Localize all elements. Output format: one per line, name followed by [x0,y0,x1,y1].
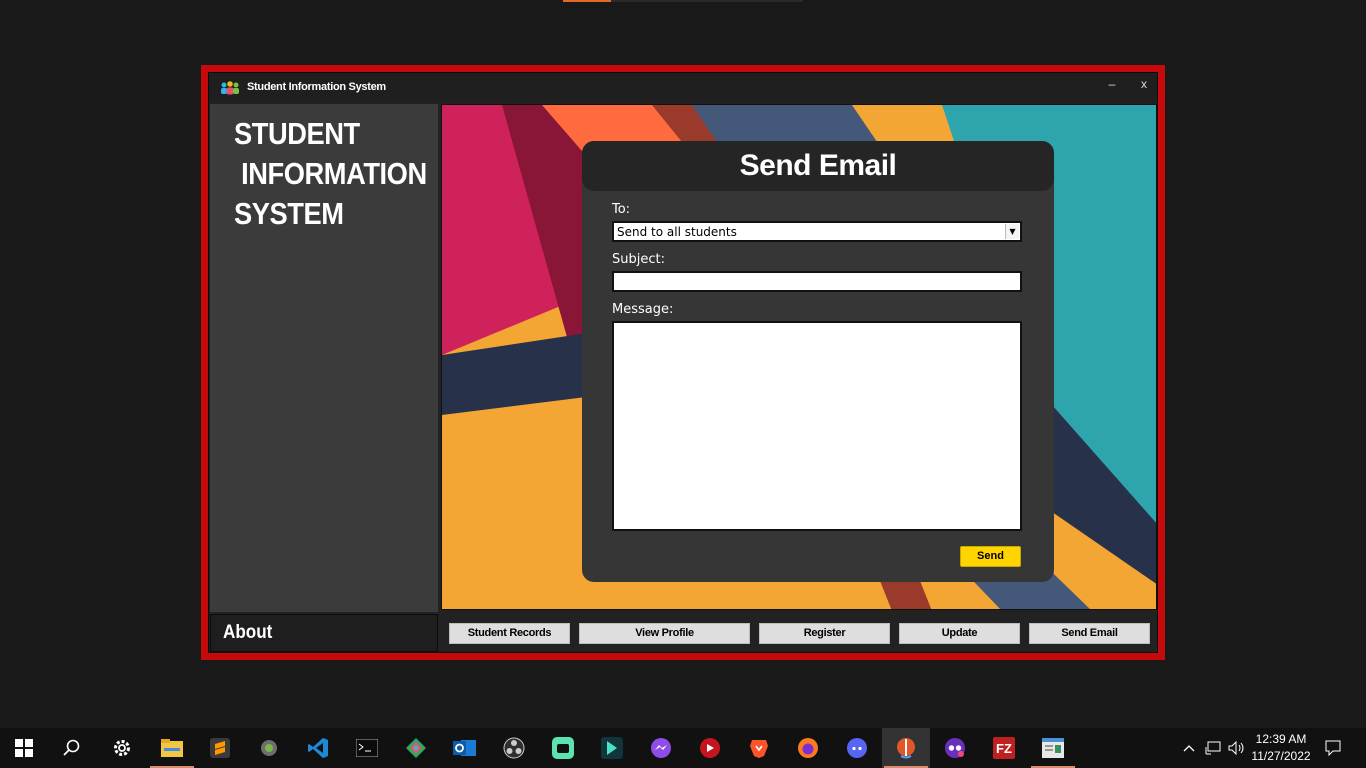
students-logo-icon [221,81,239,95]
search-icon[interactable] [48,728,96,768]
titlebar: Student Information System – x [209,73,1157,103]
windows-start-icon[interactable] [0,728,48,768]
view-profile-button[interactable]: View Profile [579,623,750,644]
svg-text:FZ: FZ [996,741,1012,756]
chevron-up-icon[interactable] [1180,728,1198,768]
git-kraken-icon[interactable] [392,728,440,768]
minimize-button[interactable]: – [1102,77,1122,91]
brand-line-3: SYSTEM [234,196,344,231]
outlook-icon[interactable] [441,728,489,768]
subject-input[interactable] [612,271,1022,292]
clock-date: 11/27/2022 [1251,749,1311,763]
teal-app-icon[interactable] [588,728,636,768]
top-indicator [563,0,803,2]
app-inner: Student Information System – x STUDENT I… [208,72,1158,653]
vscode-icon[interactable] [294,728,342,768]
discord-icon[interactable] [833,728,881,768]
java-app-icon[interactable] [882,728,930,768]
sublime-text-icon[interactable] [196,728,244,768]
brand-line-2: INFORMATION [234,156,427,191]
green-app-icon[interactable] [539,728,587,768]
settings-gear-icon[interactable] [98,728,146,768]
firefox-icon[interactable] [784,728,832,768]
register-button[interactable]: Register [759,623,890,644]
student-records-button[interactable]: Student Records [449,623,570,644]
message-textarea[interactable] [612,321,1022,531]
update-button[interactable]: Update [899,623,1020,644]
obs-studio-icon[interactable] [490,728,538,768]
recipient-select[interactable]: Send to all students ▼ [612,221,1022,242]
youtube-icon[interactable] [686,728,734,768]
network-icon[interactable] [1203,728,1223,768]
sidebar: STUDENT INFORMATION SYSTEM [210,104,438,612]
clock[interactable]: 12:39 AM 11/27/2022 [1244,731,1318,765]
brave-icon[interactable] [735,728,783,768]
app-window: Student Information System – x STUDENT I… [200,64,1166,661]
brand-title: STUDENT INFORMATION SYSTEM [234,114,427,234]
subject-label: Subject: [612,252,665,267]
email-panel: Send Email To: Send to all students ▼ Su… [582,141,1054,582]
panel-title: Send Email [739,149,897,182]
to-label: To: [612,202,631,217]
app-title: Student Information System [247,81,386,93]
message-label: Message: [612,302,674,317]
terminal-icon[interactable] [343,728,391,768]
recipient-select-value: Send to all students [617,225,737,239]
messenger-icon[interactable] [637,728,685,768]
filezilla-icon[interactable]: FZ [980,728,1028,768]
taskbar: FZ 12:39 AM 11/27/2022 [0,728,1366,768]
chevron-down-icon[interactable]: ▼ [1005,224,1019,239]
clock-time: 12:39 AM [1255,732,1307,746]
panel-header: Send Email [582,141,1054,191]
notepad-app-icon[interactable] [1029,728,1077,768]
git-tool-icon[interactable] [245,728,293,768]
file-explorer-icon[interactable] [148,728,196,768]
send-email-nav-button[interactable]: Send Email [1029,623,1150,644]
about-label: About [223,622,273,643]
about-button[interactable]: About [210,614,438,652]
send-button[interactable]: Send [960,546,1021,567]
notifications-icon[interactable] [1322,728,1344,768]
brand-line-1: STUDENT [234,116,360,151]
incognito-app-icon[interactable] [931,728,979,768]
close-button[interactable]: x [1134,77,1154,91]
content-frame: Send Email To: Send to all students ▼ Su… [441,104,1157,610]
